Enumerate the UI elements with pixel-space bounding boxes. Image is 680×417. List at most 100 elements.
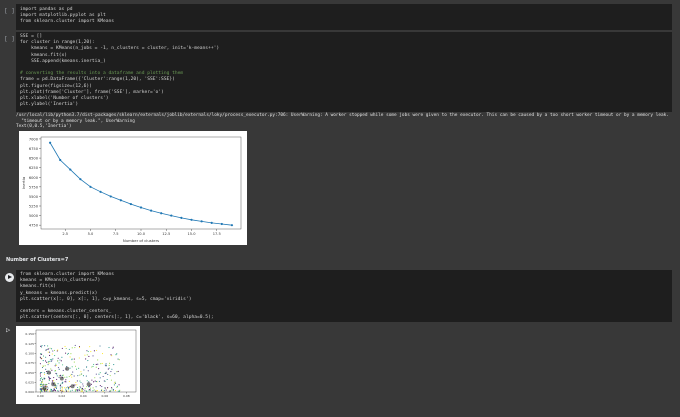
scatter-point [98,373,100,375]
scatter-point [106,378,108,381]
scatter-point [41,384,43,386]
x-tick-label: 0.00 [37,394,44,398]
scatter-point [88,389,90,391]
scatter-point [98,380,100,382]
scatter-point [79,380,81,382]
scatter-point [74,390,76,392]
data-point [210,221,213,224]
y-tick-label: 6750 [29,147,39,151]
scatter-point [79,389,81,391]
scatter-point [75,381,77,384]
scatter-point [46,370,48,373]
scatter-point [45,356,47,358]
scatter-point [85,375,87,377]
scatter-point [52,358,54,360]
y-tick-label: 5750 [29,185,39,189]
scatter-point [82,385,84,387]
scatter-point [118,384,120,386]
scatter-point [71,347,73,349]
scatter-point [41,380,43,383]
scatter-point [64,345,66,347]
y-tick-label: 0.075 [25,361,34,365]
scatter-point [74,365,77,367]
scatter-point [96,349,98,351]
scatter-point [44,390,46,392]
scatter-point [59,359,61,361]
scatter-point [54,389,56,391]
scatter-point [57,367,59,369]
run-cell-button[interactable] [5,273,14,282]
y-tick-label: 6000 [29,176,39,180]
y-tick-label: 6500 [29,157,39,161]
scatter-point [49,351,51,353]
scatter-point [73,358,75,360]
cell-3-editor[interactable]: from sklearn.cluster import KMeans kmeans… [16,270,672,322]
scatter-point [101,386,103,388]
scatter-point [60,383,62,385]
scatter-point [89,346,91,348]
data-point [220,222,223,226]
cell-2-execution-count[interactable]: [ ] [4,36,15,43]
scatter-point [49,359,51,361]
scatter-point [41,346,43,348]
scatter-point [83,369,85,371]
y-tick-label: 0.150 [25,332,34,336]
cell-1-execution-count[interactable]: [ ] [4,8,15,15]
scatter-point [116,371,118,373]
scatter-point [100,363,102,365]
data-point [139,206,143,209]
elbow-chart-svg: 4750 5000 5250 5500 5750 6000 6250 6500 6750 7000… [21,136,242,243]
cell-1-editor[interactable]: import pandas as pd import matplotlib.pyp… [16,4,672,30]
scatter-point [40,345,42,347]
scatter-point [42,365,44,367]
x-tick-label: 0.08 [123,394,130,398]
scatter-point [47,345,49,347]
scatter-point [117,358,119,360]
scatter-point [103,380,105,382]
cell-2-editor[interactable]: SSE = [] for cluster in range(1,20): kmea… [16,32,672,112]
scatter-point [60,360,62,362]
scatter-point [77,387,79,389]
scatter-point [54,390,57,392]
scatter-point [90,351,92,353]
elbow-plot: 4750 5000 5250 5500 5750 6000 6250 6500 6750 7000… [19,131,247,245]
code-line: from sklearn.cluster import KMeans [20,19,115,25]
data-point [180,216,183,219]
scatter-point [51,390,53,392]
scatter-point [110,390,112,392]
scatter-point [70,374,72,376]
scatter-point [116,386,118,388]
scatter-point [91,379,93,381]
scatter-point [61,356,63,358]
scatter-point [68,375,70,378]
scatter-point [112,347,114,349]
scatter-point [85,390,87,392]
scatter-point [112,389,115,391]
scatter-point [49,354,51,357]
scatter-point [62,364,64,366]
scatter-point [61,386,63,388]
scatter-point [47,348,49,350]
cluster-center [65,366,70,371]
scatter-point [40,388,42,390]
cluster-center [42,386,47,391]
scatter-point [82,387,84,390]
scatter-point [110,379,112,381]
scatter-point [45,384,47,386]
scatter-point [52,380,54,382]
scatter-point [84,354,86,356]
scatter-point [108,367,110,369]
scatter-point [116,353,118,355]
scatter-point [91,366,93,368]
scatter-point [107,387,109,389]
scatter-point [99,377,101,379]
scatter-point [94,377,96,379]
scatter-point [112,346,114,348]
scatter-point [87,386,90,388]
scatter-point [48,378,50,380]
scatter-point [65,381,67,383]
scatter-point [79,374,81,376]
data-point [59,158,62,162]
scatter-point [80,371,82,373]
scatter-point [39,357,41,359]
